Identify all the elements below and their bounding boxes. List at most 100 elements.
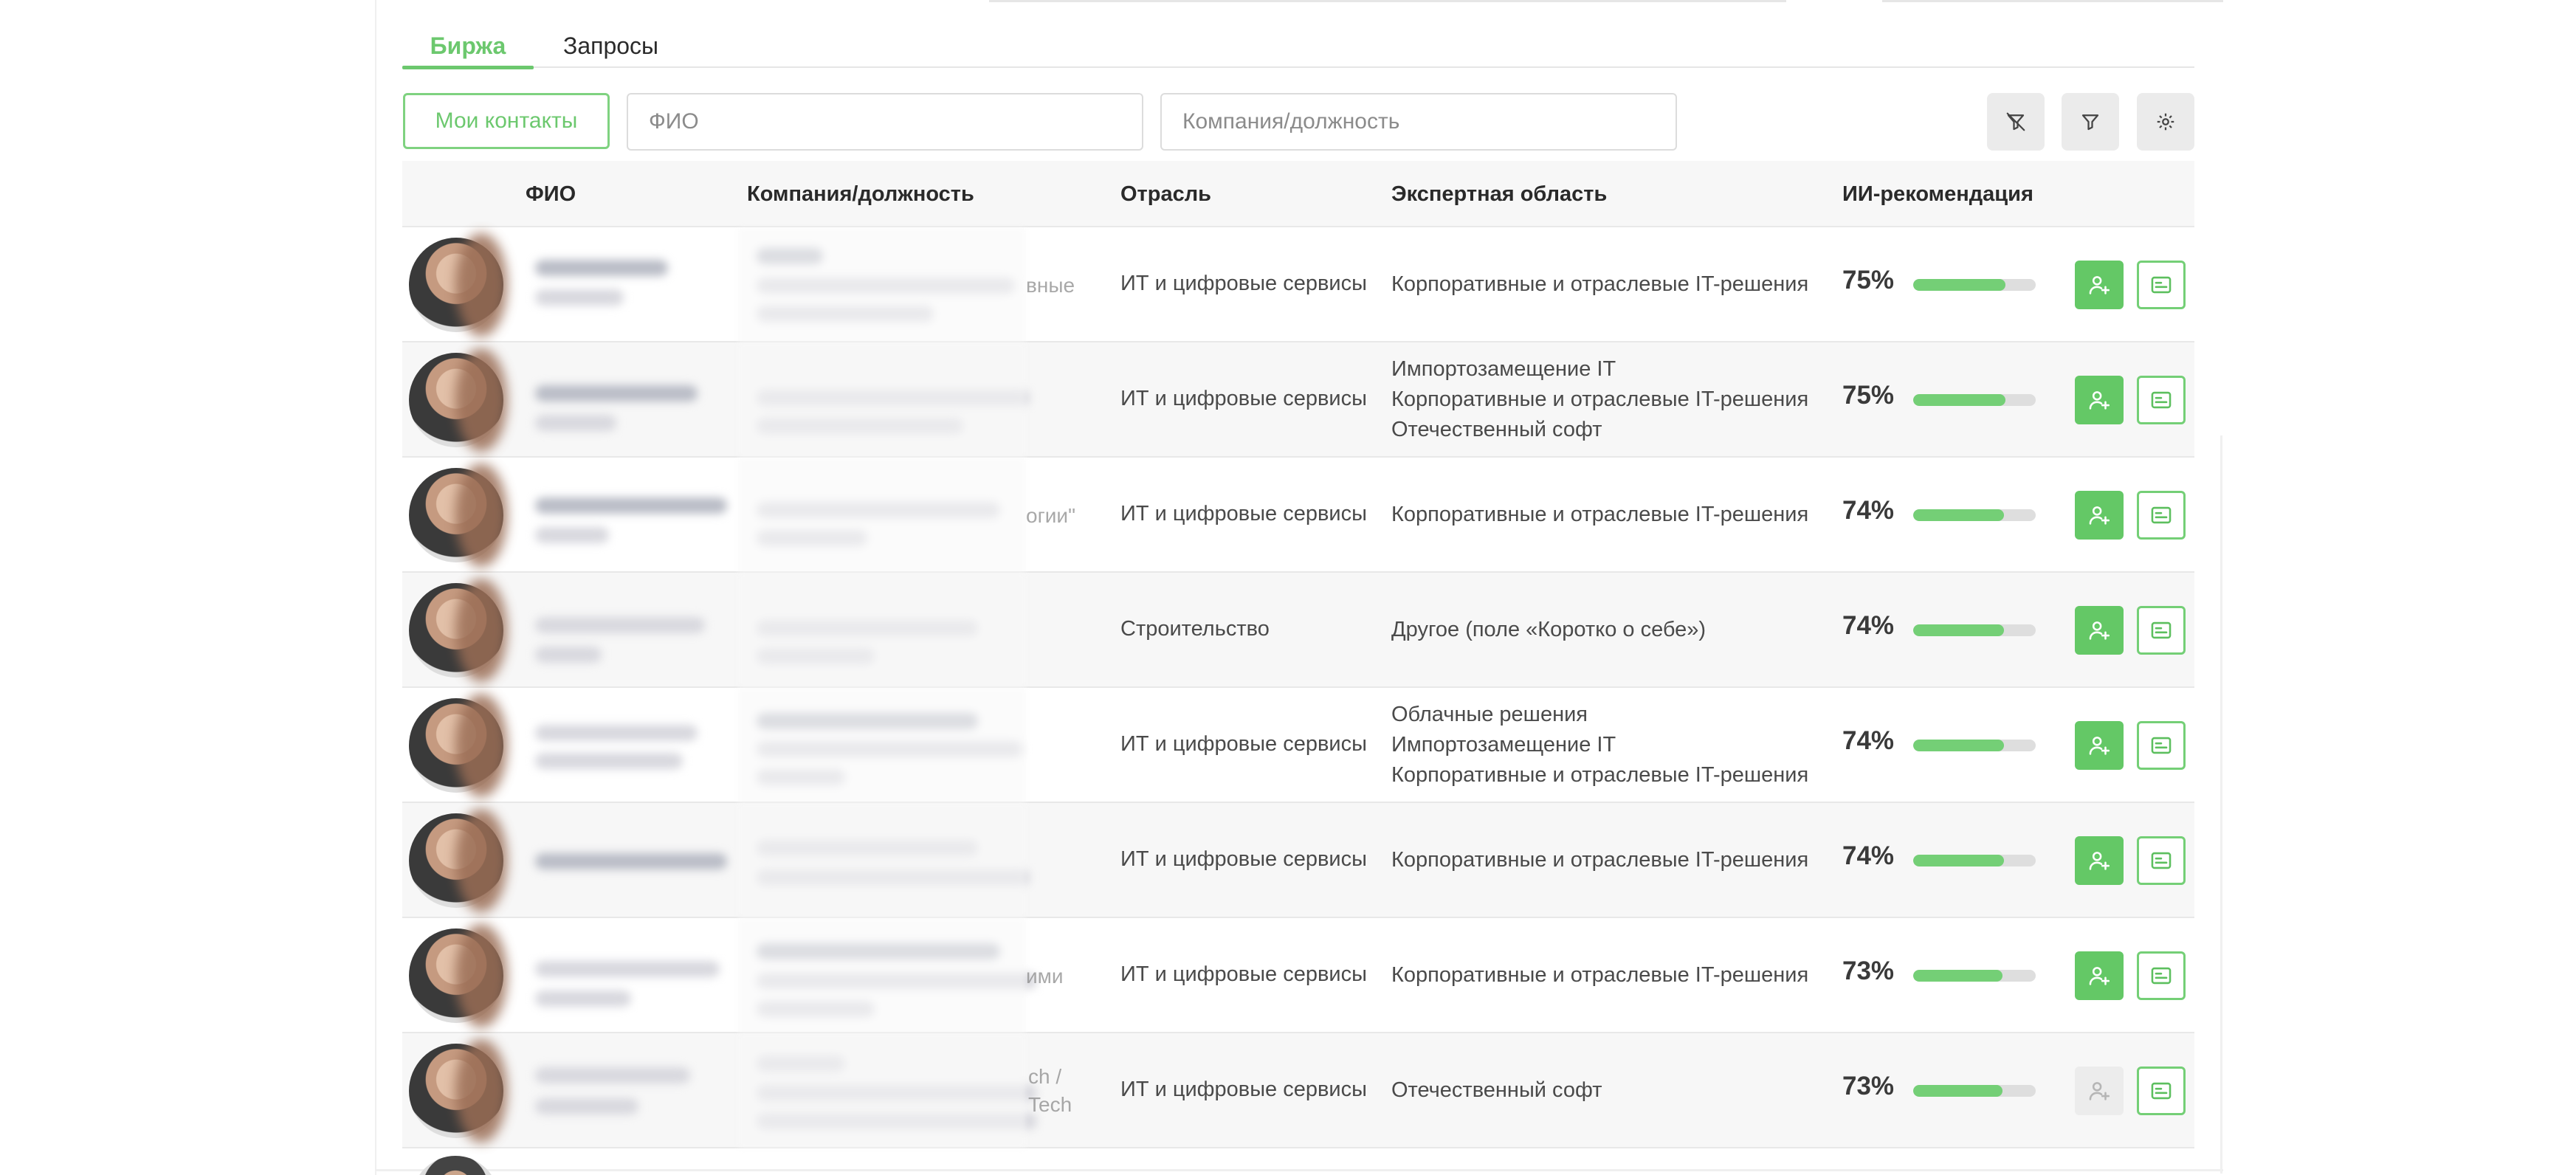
- filter-icon: [2081, 114, 2099, 131]
- company-fragment: ch / Tech: [1028, 1065, 1072, 1116]
- redacted-text: [535, 853, 727, 869]
- ai-score: 74%: [1842, 611, 1895, 640]
- id-card-icon: [2151, 852, 2172, 869]
- redacted-text: [535, 617, 705, 633]
- ai-score-bar-fill: [1913, 970, 2003, 982]
- fio-search-input[interactable]: [627, 93, 1143, 151]
- contact-card-button[interactable]: [2137, 491, 2186, 540]
- table-row[interactable]: ИТ и цифровые сервисы Облачные решения Имп…: [402, 688, 2194, 803]
- expert-area-cell: Корпоративные и отраслевые IT-решения: [1391, 269, 1808, 300]
- industry-cell: ИТ и цифровые сервисы: [1120, 387, 1367, 410]
- redaction-overlay: [738, 227, 1026, 342]
- my-contacts-button[interactable]: Мои контакты: [403, 93, 610, 149]
- ai-score-bar: [1913, 970, 2036, 982]
- redacted-text: [535, 415, 616, 431]
- add-contact-button[interactable]: [2075, 951, 2124, 1000]
- add-contact-button[interactable]: [2075, 1067, 2124, 1115]
- settings-icon: [2157, 113, 2174, 131]
- expert-area-item: Отечественный софт: [1391, 1078, 1602, 1102]
- ai-score-bar: [1913, 279, 2036, 291]
- contact-card-button[interactable]: [2137, 376, 2186, 424]
- avatar-redaction: [455, 464, 507, 567]
- tab-exchange[interactable]: Биржа: [402, 30, 534, 69]
- add-contact-button[interactable]: [2075, 721, 2124, 770]
- company-fragment: ими: [1026, 965, 1064, 988]
- table-row[interactable]: ими ИТ и цифровые сервисы Корпоративные и …: [402, 918, 2194, 1033]
- ai-score-bar-fill: [1913, 394, 2005, 406]
- redaction-overlay: [738, 458, 1026, 573]
- redaction-overlay: [738, 573, 1026, 688]
- add-user-icon: [2089, 737, 2110, 755]
- table-header: ФИО Компания/должность Отрасль Экспертна…: [402, 161, 2194, 227]
- add-contact-button[interactable]: [2075, 491, 2124, 540]
- expert-area-cell: Другое (поле «Коротко о себе»): [1391, 615, 1706, 645]
- id-card-icon: [2151, 1082, 2172, 1100]
- tab-requests[interactable]: Запросы: [534, 30, 688, 68]
- filter-button[interactable]: [2062, 93, 2119, 151]
- table-row[interactable]: Строительство Другое (поле «Коротко о себ…: [402, 573, 2194, 688]
- expert-area-cell: Импортозамещение IT Корпоративные и отрас…: [1391, 354, 1808, 445]
- contact-card-button[interactable]: [2137, 836, 2186, 885]
- industry-cell: ИТ и цифровые сервисы: [1120, 847, 1367, 871]
- redacted-text: [535, 289, 624, 306]
- id-card-icon: [2151, 506, 2172, 524]
- add-user-icon: [2089, 1082, 2110, 1100]
- redacted-text: [535, 1098, 638, 1114]
- clear-filter-button[interactable]: [1987, 93, 2045, 151]
- ai-score-bar: [1913, 1085, 2036, 1097]
- expert-area-cell: Корпоративные и отраслевые IT-решения: [1391, 960, 1808, 990]
- add-contact-button[interactable]: [2075, 261, 2124, 309]
- expert-area-item: Корпоративные и отраслевые IT-решения: [1391, 763, 1809, 787]
- divider: [1882, 0, 2223, 2]
- industry-cell: Строительство: [1120, 617, 1270, 641]
- id-card-icon: [2151, 967, 2172, 985]
- tab-bar: Биржа Запросы: [402, 30, 2194, 69]
- expert-area-item: Корпоративные и отраслевые IT-решения: [1391, 503, 1809, 526]
- table-row[interactable]: ch / Tech ИТ и цифровые сервисы Отечествен…: [402, 1033, 2194, 1148]
- contact-card-button[interactable]: [2137, 951, 2186, 1000]
- table-row[interactable]: огии" ИТ и цифровые сервисы Корпоративные …: [402, 458, 2194, 573]
- add-user-icon: [2089, 391, 2110, 410]
- header-ai-recommendation[interactable]: ИИ-рекомендация: [1842, 161, 2033, 227]
- industry-cell: ИТ и цифровые сервисы: [1120, 272, 1367, 295]
- redaction-overlay: [738, 342, 1026, 458]
- add-contact-button[interactable]: [2075, 836, 2124, 885]
- header-fio[interactable]: ФИО: [526, 161, 576, 227]
- ai-score-bar-fill: [1913, 740, 2004, 751]
- ai-score-bar: [1913, 509, 2036, 521]
- ai-score-bar: [1913, 855, 2036, 866]
- header-expert[interactable]: Экспертная область: [1391, 161, 1607, 227]
- settings-button[interactable]: [2137, 93, 2194, 151]
- add-contact-button[interactable]: [2075, 376, 2124, 424]
- id-card-icon: [2151, 737, 2172, 754]
- contact-card-button[interactable]: [2137, 721, 2186, 770]
- company-fragment: вные: [1026, 274, 1075, 297]
- ai-score-bar: [1913, 624, 2036, 636]
- expert-area-item: Корпоративные и отраслевые IT-решения: [1391, 848, 1809, 872]
- redacted-text: [535, 961, 720, 977]
- contact-card-button[interactable]: [2137, 606, 2186, 655]
- ai-score-bar: [1913, 394, 2036, 406]
- divider: [989, 0, 1786, 2]
- company-search-input[interactable]: [1160, 93, 1677, 151]
- header-company[interactable]: Компания/должность: [747, 161, 974, 227]
- table-row[interactable]: ИТ и цифровые сервисы Импортозамещение IT…: [402, 342, 2194, 458]
- add-contact-button[interactable]: [2075, 606, 2124, 655]
- contact-card-button[interactable]: [2137, 1067, 2186, 1115]
- expert-area-cell: Отечественный софт: [1391, 1075, 1602, 1106]
- add-user-icon: [2089, 506, 2110, 525]
- table-row[interactable]: ИТ и цифровые сервисы Корпоративные и отр…: [402, 803, 2194, 918]
- industry-cell: ИТ и цифровые сервисы: [1120, 502, 1367, 526]
- divider: [375, 1169, 2223, 1171]
- ai-score: 73%: [1842, 957, 1895, 985]
- ai-score: 73%: [1842, 1072, 1895, 1100]
- redacted-text: [535, 725, 698, 741]
- redaction-overlay: [738, 1033, 1026, 1148]
- expert-area-item: Отечественный софт: [1391, 418, 1602, 441]
- contact-card-button[interactable]: [2137, 261, 2186, 309]
- add-user-icon: [2089, 276, 2110, 294]
- header-industry[interactable]: Отрасль: [1120, 161, 1211, 227]
- table-row[interactable]: вные ИТ и цифровые сервисы Корпоративные и…: [402, 227, 2194, 342]
- add-user-icon: [2089, 852, 2110, 870]
- add-user-icon: [2089, 621, 2110, 640]
